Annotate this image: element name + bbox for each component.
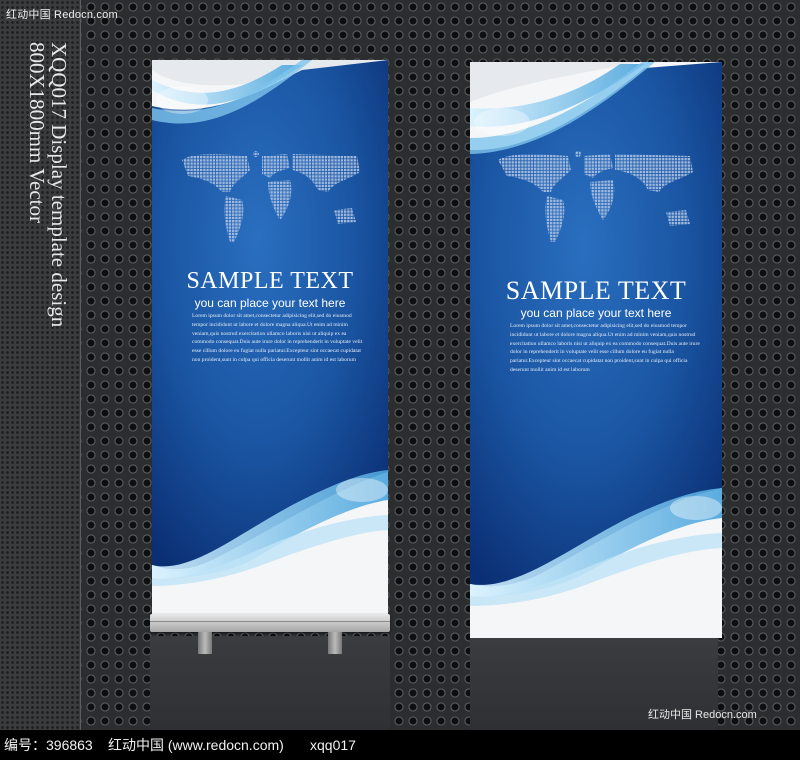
vertical-description: XQQ017 Display template design 800X1800m… <box>25 42 71 422</box>
rollup-banner-right: SAMPLE TEXT you can place your text here… <box>470 62 722 638</box>
banner-right-body: Lorem ipsum dolor sit amet,consectetur a… <box>510 323 700 373</box>
watermark-bottom-right: 红动中国 Redocn.com <box>648 709 757 721</box>
perforated-metal-background: 红动中国 Redocn.com XQQ017 Display template … <box>0 0 800 730</box>
rollup-banner-left: SAMPLE TEXT you can place your text here… <box>152 60 388 616</box>
footer-id-value: 396863 <box>46 737 93 753</box>
floor-shadow-left <box>150 636 390 730</box>
footer-id-label: 编号： <box>4 737 46 753</box>
footer-site: 红动中国 (www.redocn.com) <box>108 737 284 753</box>
banner-left-title: SAMPLE TEXT <box>186 268 354 294</box>
footer-bar: 编号： 396863 红动中国 (www.redocn.com) xqq017 <box>0 730 800 760</box>
vertical-line-2: 800X1800mm Vector <box>25 42 49 224</box>
banner-stand-leg-left <box>198 632 212 654</box>
vertical-line-1: XQQ017 Display template design <box>47 42 71 328</box>
banner-right-title: SAMPLE TEXT <box>505 276 687 305</box>
banner-stand-leg-right <box>328 632 342 654</box>
banner-right-subtitle: you can place your text here <box>520 306 672 320</box>
footer-code: xqq017 <box>310 737 356 753</box>
banner-stand-base <box>150 614 390 632</box>
banner-left-body: Lorem ipsum dolor sit amet,consectetur a… <box>192 313 363 363</box>
banner-left-subtitle: you can place your text here <box>194 296 346 310</box>
watermark-top: 红动中国 Redocn.com <box>6 9 118 21</box>
